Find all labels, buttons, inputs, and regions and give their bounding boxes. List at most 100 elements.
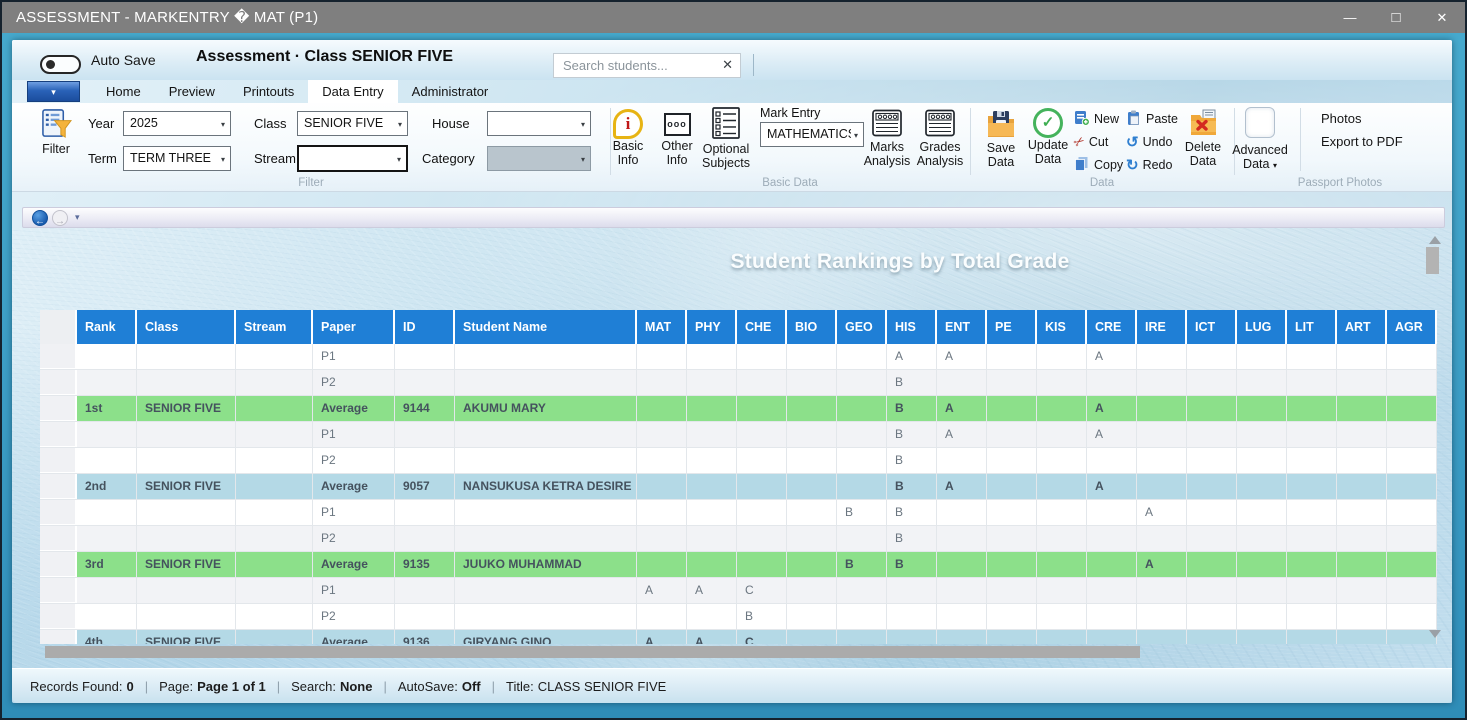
grid-cell[interactable] bbox=[987, 396, 1037, 421]
grid-cell[interactable] bbox=[1237, 630, 1287, 644]
grid-cell[interactable] bbox=[787, 422, 837, 447]
grid-cell[interactable] bbox=[1037, 500, 1087, 525]
grid-cell[interactable] bbox=[787, 552, 837, 577]
grid-cell[interactable]: A bbox=[687, 630, 737, 644]
grid-cell[interactable] bbox=[1037, 448, 1087, 473]
row-header-cell[interactable] bbox=[40, 396, 77, 421]
autosave-toggle[interactable] bbox=[40, 55, 81, 74]
grid-cell[interactable] bbox=[1187, 344, 1237, 369]
grid-cell[interactable] bbox=[987, 552, 1037, 577]
grid-cell[interactable] bbox=[77, 344, 137, 369]
grid-cell[interactable] bbox=[1337, 370, 1387, 395]
grid-cell[interactable] bbox=[937, 526, 987, 551]
grid-cell[interactable]: C bbox=[737, 578, 787, 603]
grid-cell[interactable]: A bbox=[1087, 396, 1137, 421]
grid-cell[interactable] bbox=[236, 448, 313, 473]
grid-cell[interactable]: P2 bbox=[313, 604, 395, 629]
grid-cell[interactable] bbox=[1237, 500, 1287, 525]
tab-administrator[interactable]: Administrator bbox=[398, 80, 503, 103]
grid-cell[interactable] bbox=[1387, 500, 1437, 525]
grid-cell[interactable] bbox=[1237, 578, 1287, 603]
grid-cell[interactable] bbox=[455, 370, 637, 395]
grid-cell[interactable] bbox=[687, 448, 737, 473]
column-header-kis[interactable]: KIS bbox=[1037, 310, 1087, 344]
grid-cell[interactable]: A bbox=[937, 474, 987, 499]
column-header-stream[interactable]: Stream bbox=[236, 310, 313, 344]
column-header-phy[interactable]: PHY bbox=[687, 310, 737, 344]
basic-info-button[interactable]: i Basic Info bbox=[603, 109, 653, 167]
row-header-cell[interactable] bbox=[40, 578, 77, 603]
optional-subjects-button[interactable]: Optional Subjects bbox=[694, 107, 758, 170]
grid-cell[interactable] bbox=[837, 474, 887, 499]
grid-cell[interactable] bbox=[687, 474, 737, 499]
grid-cell[interactable]: AKUMU MARY bbox=[455, 396, 637, 421]
grid-cell[interactable] bbox=[1187, 526, 1237, 551]
grid-cell[interactable] bbox=[787, 578, 837, 603]
category-select[interactable]: ▾ bbox=[487, 146, 591, 171]
grid-cell[interactable]: 3rd bbox=[77, 552, 137, 577]
grid-cell[interactable] bbox=[1387, 370, 1437, 395]
grid-cell[interactable] bbox=[236, 604, 313, 629]
back-button[interactable]: ← bbox=[32, 210, 48, 226]
grid-cell[interactable]: 9136 bbox=[395, 630, 455, 644]
grid-cell[interactable]: JUUKO MUHAMMAD bbox=[455, 552, 637, 577]
grid-cell[interactable] bbox=[987, 344, 1037, 369]
grid-cell[interactable] bbox=[737, 500, 787, 525]
grid-cell[interactable] bbox=[455, 422, 637, 447]
grid-cell[interactable] bbox=[1037, 370, 1087, 395]
grid-cell[interactable] bbox=[637, 526, 687, 551]
grid-cell[interactable] bbox=[236, 526, 313, 551]
undo-button[interactable]: ↺ Undo bbox=[1126, 133, 1172, 151]
grid-cell[interactable]: Average bbox=[313, 630, 395, 644]
grid-cell[interactable]: A bbox=[1087, 344, 1137, 369]
grid-cell[interactable] bbox=[1087, 578, 1137, 603]
grid-cell[interactable]: A bbox=[687, 578, 737, 603]
grid-cell[interactable]: B bbox=[887, 396, 937, 421]
grid-cell[interactable] bbox=[455, 526, 637, 551]
grid-cell[interactable] bbox=[987, 630, 1037, 644]
grid-cell[interactable] bbox=[987, 500, 1037, 525]
grid-cell[interactable] bbox=[987, 578, 1037, 603]
grid-cell[interactable] bbox=[1087, 630, 1137, 644]
grid-cell[interactable] bbox=[1137, 526, 1187, 551]
grid-cell[interactable] bbox=[737, 396, 787, 421]
grid-cell[interactable] bbox=[1187, 578, 1237, 603]
grid-cell[interactable] bbox=[1287, 422, 1337, 447]
stream-select[interactable]: ▾ bbox=[297, 145, 408, 172]
grid-cell[interactable] bbox=[1287, 604, 1337, 629]
grid-cell[interactable] bbox=[395, 370, 455, 395]
filter-button[interactable]: Filter bbox=[28, 108, 84, 156]
column-header-cre[interactable]: CRE bbox=[1087, 310, 1137, 344]
grid-cell[interactable]: 4th bbox=[77, 630, 137, 644]
close-button[interactable]: ✕ bbox=[1419, 2, 1465, 33]
grid-cell[interactable] bbox=[837, 344, 887, 369]
grid-cell[interactable]: Average bbox=[313, 396, 395, 421]
grid-cell[interactable] bbox=[637, 500, 687, 525]
photos-button[interactable]: Photos bbox=[1321, 111, 1361, 126]
grid-cell[interactable]: 9135 bbox=[395, 552, 455, 577]
column-header-art[interactable]: ART bbox=[1337, 310, 1387, 344]
grid-cell[interactable] bbox=[455, 604, 637, 629]
grid-cell[interactable]: SENIOR FIVE bbox=[137, 630, 236, 644]
grid-cell[interactable] bbox=[1187, 370, 1237, 395]
grid-cell[interactable]: B bbox=[887, 500, 937, 525]
grid-cell[interactable]: A bbox=[1087, 474, 1137, 499]
scroll-down-arrow[interactable] bbox=[1429, 630, 1441, 638]
grid-cell[interactable] bbox=[137, 370, 236, 395]
grid-cell[interactable] bbox=[1287, 552, 1337, 577]
grid-cell[interactable] bbox=[637, 422, 687, 447]
grid-cell[interactable] bbox=[236, 344, 313, 369]
grid-cell[interactable] bbox=[1187, 422, 1237, 447]
tab-printouts[interactable]: Printouts bbox=[229, 80, 308, 103]
grid-cell[interactable] bbox=[455, 344, 637, 369]
grid-cell[interactable]: P2 bbox=[313, 526, 395, 551]
grid-cell[interactable] bbox=[1287, 630, 1337, 644]
grid-cell[interactable]: Average bbox=[313, 474, 395, 499]
row-header-cell[interactable] bbox=[40, 448, 77, 473]
grid-cell[interactable] bbox=[987, 474, 1037, 499]
grid-cell[interactable] bbox=[1337, 344, 1387, 369]
grid-cell[interactable] bbox=[137, 422, 236, 447]
grid-cell[interactable] bbox=[1387, 396, 1437, 421]
grid-cell[interactable] bbox=[395, 344, 455, 369]
grid-cell[interactable] bbox=[737, 526, 787, 551]
